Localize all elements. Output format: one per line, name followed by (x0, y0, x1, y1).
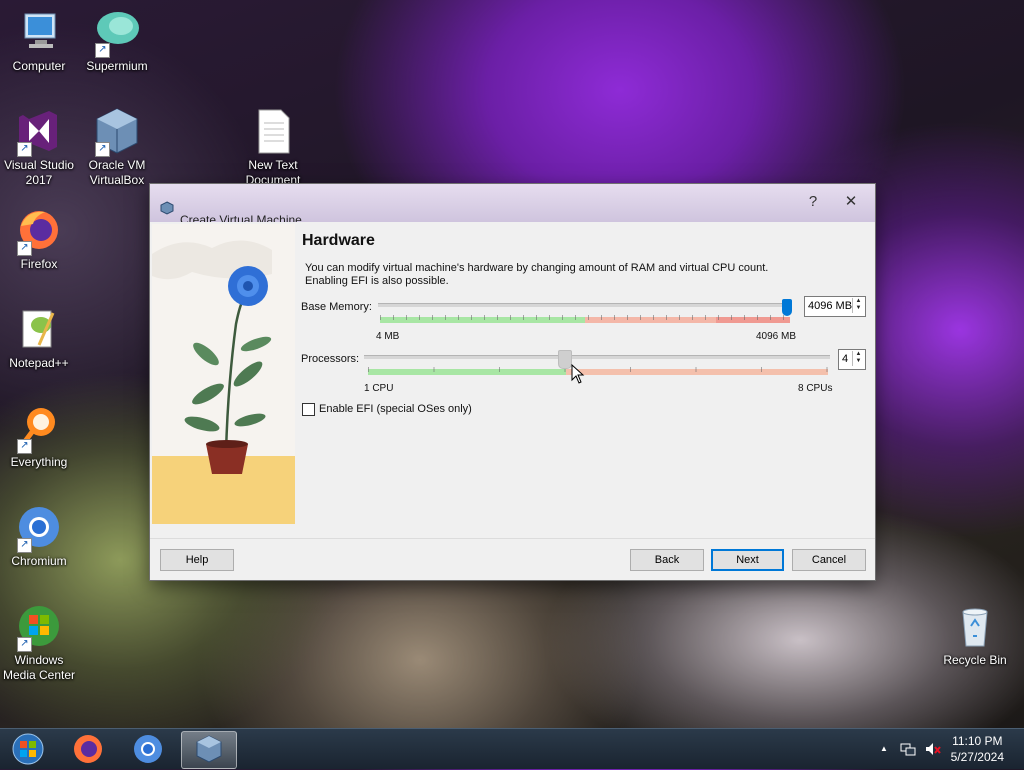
base-memory-spinbox[interactable]: 4096 MB ▲ ▼ (804, 296, 866, 317)
spin-arrows-icon[interactable]: ▲ ▼ (852, 351, 864, 366)
desktop-icon-computer[interactable]: Computer (1, 8, 77, 74)
create-vm-dialog: Create Virtual Machine ? ✕ Hardware You … (150, 184, 875, 580)
dialog-titlebar[interactable]: Create Virtual Machine ? ✕ (150, 184, 875, 227)
network-icon[interactable] (900, 741, 916, 757)
desktop-icon-label: Supermium (86, 59, 148, 73)
base-memory-slider[interactable] (378, 299, 796, 329)
taskbar: ▲ 11:10 PM 5/27/2024 (0, 728, 1024, 769)
enable-efi-checkbox[interactable] (302, 403, 315, 416)
desktop-icon-label: Recycle Bin (943, 653, 1007, 667)
desktop-icon-label: Notepad++ (9, 356, 69, 370)
base-memory-label: Base Memory: (301, 301, 372, 313)
taskbar-virtualbox[interactable] (181, 731, 237, 769)
desktop-icon-label: Chromium (11, 554, 67, 568)
slider-groove (364, 355, 830, 359)
chromium-icon: ↗ (15, 503, 63, 553)
virtualbox-small-icon (160, 201, 174, 215)
next-button[interactable]: Next (711, 549, 784, 571)
desktop-icon-virtualbox[interactable]: ↗ Oracle VM VirtualBox (79, 107, 155, 188)
desktop-icon-firefox[interactable]: ↗ Firefox (1, 206, 77, 272)
shortcut-arrow-icon: ↗ (17, 241, 32, 256)
desktop-icon-label: Visual Studio 2017 (4, 158, 74, 187)
system-clock[interactable]: 11:10 PM 5/27/2024 (951, 733, 1004, 765)
taskbar-firefox[interactable] (62, 731, 114, 767)
shortcut-arrow-icon: ↗ (17, 439, 32, 454)
firefox-icon (74, 735, 102, 763)
context-help-button[interactable]: ? (802, 192, 824, 212)
chromium-icon (134, 735, 162, 763)
computer-icon (15, 8, 63, 56)
visual-studio-icon: ↗ (15, 107, 63, 157)
desktop-icon-recycle-bin[interactable]: Recycle Bin (937, 602, 1013, 668)
desktop-icon-visual-studio[interactable]: ↗ Visual Studio 2017 (1, 107, 77, 188)
show-hidden-icons-arrow[interactable]: ▲ (880, 744, 888, 753)
supermium-icon: ↗ (93, 8, 141, 58)
processors-slider[interactable] (364, 350, 834, 380)
help-button[interactable]: Help (160, 549, 234, 571)
desktop-icon-supermium[interactable]: ↗ Supermium (79, 8, 155, 74)
notepadpp-icon (15, 305, 63, 353)
everything-search-icon: ↗ (15, 404, 63, 454)
text-document-icon (249, 107, 297, 155)
base-memory-slider-thumb[interactable] (782, 299, 792, 316)
desktop-icon-label: Everything (10, 455, 68, 469)
desktop-icon-label: Computer (12, 59, 66, 73)
enable-efi-label: Enable EFI (special OSes only) (319, 403, 472, 415)
shortcut-arrow-icon: ↗ (17, 637, 32, 652)
desktop-icon-everything[interactable]: ↗ Everything (1, 404, 77, 470)
volume-muted-icon[interactable] (924, 741, 942, 757)
button-bar-divider (150, 538, 875, 539)
shortcut-arrow-icon: ↗ (17, 538, 32, 553)
base-memory-value: 4096 MB (808, 300, 853, 312)
processors-min-label: 1 CPU (364, 383, 394, 394)
desktop-icon-label: Windows Media Center (2, 653, 76, 682)
start-button[interactable] (2, 731, 54, 767)
windows-media-center-icon: ↗ (15, 602, 63, 652)
processors-max-label: 8 CPUs (798, 383, 833, 394)
shortcut-arrow-icon: ↗ (17, 142, 32, 157)
processors-slider-thumb[interactable] (558, 350, 572, 369)
close-icon[interactable]: ✕ (840, 192, 862, 212)
page-description: You can modify virtual machine's hardwar… (305, 262, 769, 287)
spin-arrows-icon[interactable]: ▲ ▼ (852, 298, 864, 313)
recycle-bin-icon (951, 602, 999, 650)
clock-date: 5/27/2024 (950, 750, 1004, 764)
slider-ticks (380, 315, 790, 320)
dialog-body: Hardware You can modify virtual machine'… (150, 222, 875, 580)
slider-ticks (368, 367, 828, 372)
firefox-icon: ↗ (15, 206, 63, 256)
taskbar-chromium[interactable] (122, 731, 174, 767)
desktop-icon-label: Firefox (20, 257, 58, 271)
virtualbox-icon (196, 735, 222, 763)
processors-value: 4 (842, 353, 849, 365)
clock-time: 11:10 PM (952, 734, 1003, 748)
memory-max-label: 4096 MB (756, 331, 797, 342)
shortcut-arrow-icon: ↗ (95, 43, 110, 58)
slider-groove (378, 303, 792, 307)
processors-spinbox[interactable]: 4 ▲ ▼ (838, 349, 866, 370)
virtualbox-icon: ↗ (93, 107, 141, 157)
desktop-icon-windows-media-center[interactable]: ↗ Windows Media Center (1, 602, 77, 683)
memory-min-label: 4 MB (376, 331, 400, 342)
back-button[interactable]: Back (630, 549, 704, 571)
desktop-icon-notepadpp[interactable]: Notepad++ (1, 305, 77, 371)
desktop-icon-new-text-document[interactable]: New Text Document (235, 107, 311, 188)
page-heading: Hardware (302, 232, 375, 249)
desktop-icon-chromium[interactable]: ↗ Chromium (1, 503, 77, 569)
processors-label: Processors: (301, 353, 360, 365)
windows-start-orb-icon (12, 733, 44, 765)
shortcut-arrow-icon: ↗ (95, 142, 110, 157)
mouse-cursor-icon (571, 364, 585, 384)
cancel-button[interactable]: Cancel (792, 549, 866, 571)
wizard-illustration (152, 224, 295, 524)
desktop-icon-label: Oracle VM VirtualBox (88, 158, 146, 187)
